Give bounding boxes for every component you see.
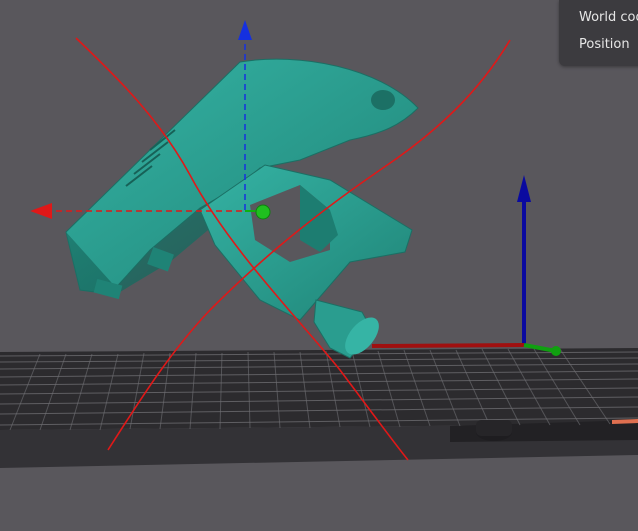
gizmo-x-arrow-icon[interactable] xyxy=(30,203,52,219)
coordinate-panel: World coo Position xyxy=(559,0,638,66)
world-coordinates-option[interactable]: World coo xyxy=(579,10,638,25)
scene-canvas[interactable] xyxy=(0,0,638,531)
origin-axes-icon xyxy=(371,175,561,356)
position-option[interactable]: Position xyxy=(579,37,630,52)
gizmo-z-arrow-icon[interactable] xyxy=(238,20,252,40)
3d-viewport[interactable]: World coo Position xyxy=(0,0,638,531)
build-plate xyxy=(0,348,638,468)
model-hole xyxy=(371,90,395,110)
3d-model[interactable] xyxy=(65,58,419,360)
gizmo-y-handle[interactable] xyxy=(255,204,271,220)
